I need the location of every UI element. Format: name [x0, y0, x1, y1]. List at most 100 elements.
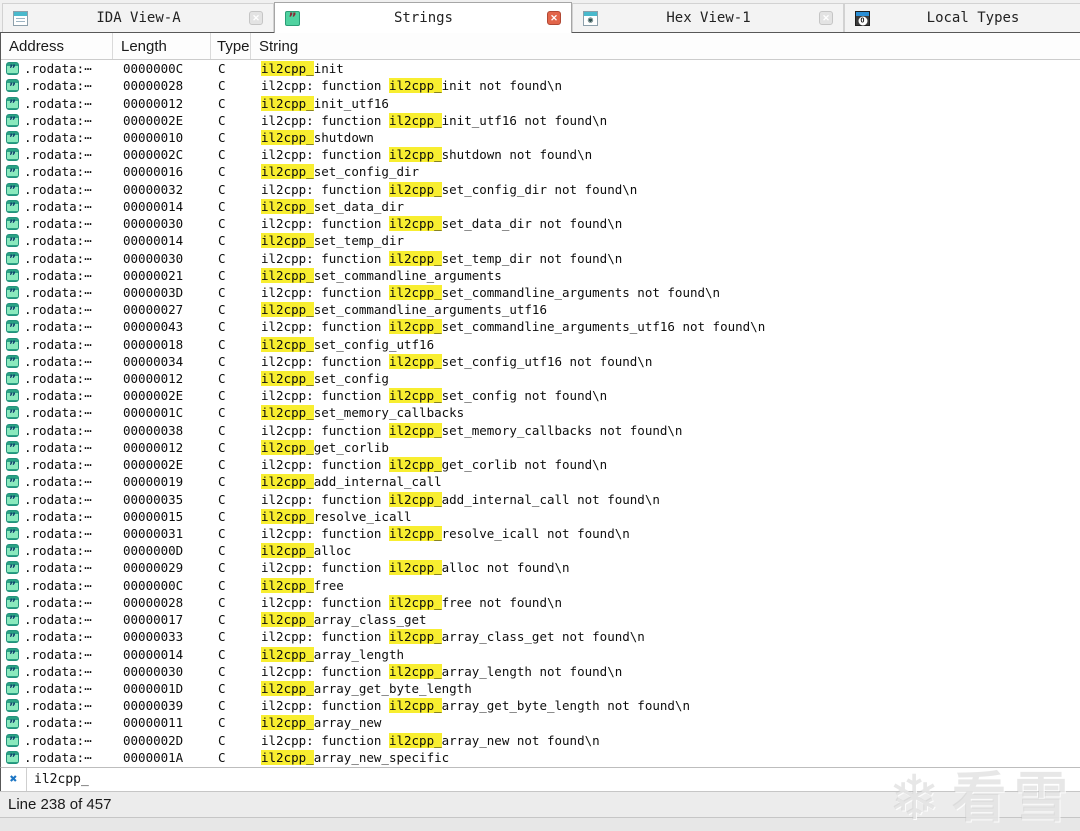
table-row[interactable]: .rodata:⋯ 00000034 Cil2cpp: function il2cp… — [1, 353, 1080, 370]
table-row[interactable]: .rodata:⋯ 00000021 Cil2cpp_set_commandline… — [1, 267, 1080, 284]
cell-length: 00000029 — [123, 560, 184, 576]
table-row[interactable]: .rodata:⋯ 00000019 Cil2cpp_add_internal_ca… — [1, 473, 1080, 490]
cell-type: C — [218, 543, 226, 559]
table-row[interactable]: .rodata:⋯ 00000031 Cil2cpp: function il2cp… — [1, 525, 1080, 542]
cell-icon — [1, 475, 24, 489]
tab-local-types[interactable]: Local Types — [844, 3, 1080, 32]
string-literal-icon — [6, 354, 19, 368]
table-row[interactable]: .rodata:⋯ 00000029 Cil2cpp: function il2cp… — [1, 559, 1080, 576]
cell-icon — [1, 595, 24, 609]
filter-match-highlight: il2cpp_ — [261, 543, 314, 559]
cell-string: il2cpp: function il2cpp_set_memory_callb… — [261, 422, 683, 438]
table-row[interactable]: .rodata:⋯ 00000016 Cil2cpp_set_config_dir — [1, 163, 1080, 180]
table-row[interactable]: .rodata:⋯ 00000014 Cil2cpp_set_data_dir — [1, 198, 1080, 215]
cell-type: C — [218, 457, 226, 473]
filter-match-highlight: il2cpp_ — [388, 491, 442, 507]
table-row[interactable]: .rodata:⋯ 00000043 Cil2cpp: function il2cp… — [1, 318, 1080, 335]
table-row[interactable]: .rodata:⋯ 00000014 Cil2cpp_array_length — [1, 645, 1080, 662]
table-row[interactable]: .rodata:⋯ 00000015 Cil2cpp_resolve_icall — [1, 508, 1080, 525]
cell-address: .rodata:⋯ — [24, 439, 92, 455]
table-row[interactable]: .rodata:⋯ 00000030 Cil2cpp: function il2cp… — [1, 215, 1080, 232]
cell-type: C — [218, 233, 226, 249]
cell-icon — [1, 664, 24, 678]
cell-icon — [1, 130, 24, 144]
table-row[interactable]: .rodata:⋯ 00000032 Cil2cpp: function il2cp… — [1, 181, 1080, 198]
table-row[interactable]: .rodata:⋯ 00000030 Cil2cpp: function il2cp… — [1, 249, 1080, 266]
table-row[interactable]: .rodata:⋯ 0000002E Cil2cpp: function il2cp… — [1, 387, 1080, 404]
filter-match-highlight: il2cpp_ — [388, 112, 442, 128]
string-literal-icon — [6, 458, 19, 472]
table-row[interactable]: .rodata:⋯ 00000018 Cil2cpp_set_config_utf1… — [1, 336, 1080, 353]
cell-length: 00000012 — [123, 439, 184, 455]
tab-ida-view-a[interactable]: IDA View-A — [2, 3, 274, 32]
table-row[interactable]: .rodata:⋯ 0000000C Cil2cpp_free — [1, 577, 1080, 594]
table-row[interactable]: .rodata:⋯ 00000027 Cil2cpp_set_commandline… — [1, 301, 1080, 318]
cell-icon — [1, 165, 24, 179]
table-row[interactable]: .rodata:⋯ 0000002D Cil2cpp: function il2cp… — [1, 732, 1080, 749]
cell-address: .rodata:⋯ — [24, 749, 92, 765]
table-row[interactable]: .rodata:⋯ 0000001A Cil2cpp_array_new_speci… — [1, 749, 1080, 766]
tab-hex-view-1[interactable]: Hex View-1 — [572, 3, 844, 32]
cell-string: il2cpp: function il2cpp_set_config_dir n… — [261, 181, 638, 197]
table-row[interactable]: .rodata:⋯ 00000039 Cil2cpp: function il2cp… — [1, 697, 1080, 714]
tab-close-icon[interactable] — [547, 11, 561, 25]
cell-type: C — [218, 112, 226, 128]
table-row[interactable]: .rodata:⋯ 00000028 Cil2cpp: function il2cp… — [1, 594, 1080, 611]
column-header-row: Address Length Type String — [1, 33, 1080, 60]
table-row[interactable]: .rodata:⋯ 0000002E Cil2cpp: function il2cp… — [1, 456, 1080, 473]
cell-length: 00000016 — [123, 164, 184, 180]
table-row[interactable]: .rodata:⋯ 00000028 Cil2cpp: function il2cp… — [1, 77, 1080, 94]
cell-string: il2cpp: function il2cpp_array_get_byte_l… — [261, 698, 690, 714]
cell-address: .rodata:⋯ — [24, 233, 92, 249]
table-row[interactable]: .rodata:⋯ 00000017 Cil2cpp_array_class_get — [1, 611, 1080, 628]
cell-length: 00000033 — [123, 629, 184, 645]
table-row[interactable]: .rodata:⋯ 00000014 Cil2cpp_set_temp_dir — [1, 232, 1080, 249]
string-literal-icon — [6, 492, 19, 506]
table-row[interactable]: .rodata:⋯ 0000001D Cil2cpp_array_get_byte_… — [1, 680, 1080, 697]
filter-close-icon[interactable]: ✖ — [1, 768, 26, 791]
table-row[interactable]: .rodata:⋯ 0000003D Cil2cpp: function il2cp… — [1, 284, 1080, 301]
table-row[interactable]: .rodata:⋯ 0000002C Cil2cpp: function il2cp… — [1, 146, 1080, 163]
table-row[interactable]: .rodata:⋯ 00000012 Cil2cpp_get_corlib — [1, 439, 1080, 456]
cell-address: .rodata:⋯ — [24, 95, 92, 111]
cell-type: C — [218, 250, 226, 266]
filter-match-highlight: il2cpp_ — [388, 594, 442, 610]
table-row[interactable]: .rodata:⋯ 00000011 Cil2cpp_array_new — [1, 714, 1080, 731]
cell-string: il2cpp: function il2cpp_alloc not found\… — [261, 560, 570, 576]
table-row[interactable]: .rodata:⋯ 00000030 Cil2cpp: function il2cp… — [1, 663, 1080, 680]
string-literal-icon — [6, 234, 19, 248]
cell-icon — [1, 458, 24, 472]
tab-close-icon[interactable] — [819, 11, 833, 25]
cell-icon — [1, 182, 24, 196]
cell-icon — [1, 337, 24, 351]
filter-match-highlight: il2cpp_ — [261, 129, 314, 145]
table-row[interactable]: .rodata:⋯ 00000038 Cil2cpp: function il2cp… — [1, 422, 1080, 439]
tab-label: Hex View-1 — [666, 10, 751, 26]
column-header-string[interactable]: String — [251, 33, 1080, 59]
cell-string: il2cpp: function il2cpp_free not found\n — [261, 594, 563, 610]
table-row[interactable]: .rodata:⋯ 00000033 Cil2cpp: function il2cp… — [1, 628, 1080, 645]
filter-input[interactable] — [26, 768, 1080, 791]
string-literal-icon — [6, 423, 19, 437]
cell-string: il2cpp_set_config_utf16 — [261, 336, 435, 352]
filter-match-highlight: il2cpp_ — [261, 646, 314, 662]
filter-match-highlight: il2cpp_ — [388, 422, 442, 438]
string-literal-icon — [6, 509, 19, 523]
column-header-type[interactable]: Type — [211, 33, 251, 59]
table-row[interactable]: .rodata:⋯ 0000000D Cil2cpp_alloc — [1, 542, 1080, 559]
cell-address: .rodata:⋯ — [24, 646, 92, 662]
tab-label: Strings — [393, 10, 453, 26]
column-header-address[interactable]: Address — [1, 33, 113, 59]
table-row[interactable]: .rodata:⋯ 00000012 Cil2cpp_init_utf16 — [1, 94, 1080, 111]
column-header-length[interactable]: Length — [113, 33, 211, 59]
cell-address: .rodata:⋯ — [24, 147, 92, 163]
tab-close-icon[interactable] — [249, 11, 263, 25]
tab-strings[interactable]: Strings — [274, 2, 572, 33]
table-row[interactable]: .rodata:⋯ 0000002E Cil2cpp: function il2cp… — [1, 112, 1080, 129]
table-row[interactable]: .rodata:⋯ 0000001C Cil2cpp_set_memory_call… — [1, 404, 1080, 421]
table-row[interactable]: .rodata:⋯ 00000012 Cil2cpp_set_config — [1, 370, 1080, 387]
table-row[interactable]: .rodata:⋯ 00000010 Cil2cpp_shutdown — [1, 129, 1080, 146]
table-row[interactable]: .rodata:⋯ 00000035 Cil2cpp: function il2cp… — [1, 490, 1080, 507]
table-row[interactable]: .rodata:⋯ 0000000C Cil2cpp_init — [1, 60, 1080, 77]
cell-icon — [1, 681, 24, 695]
